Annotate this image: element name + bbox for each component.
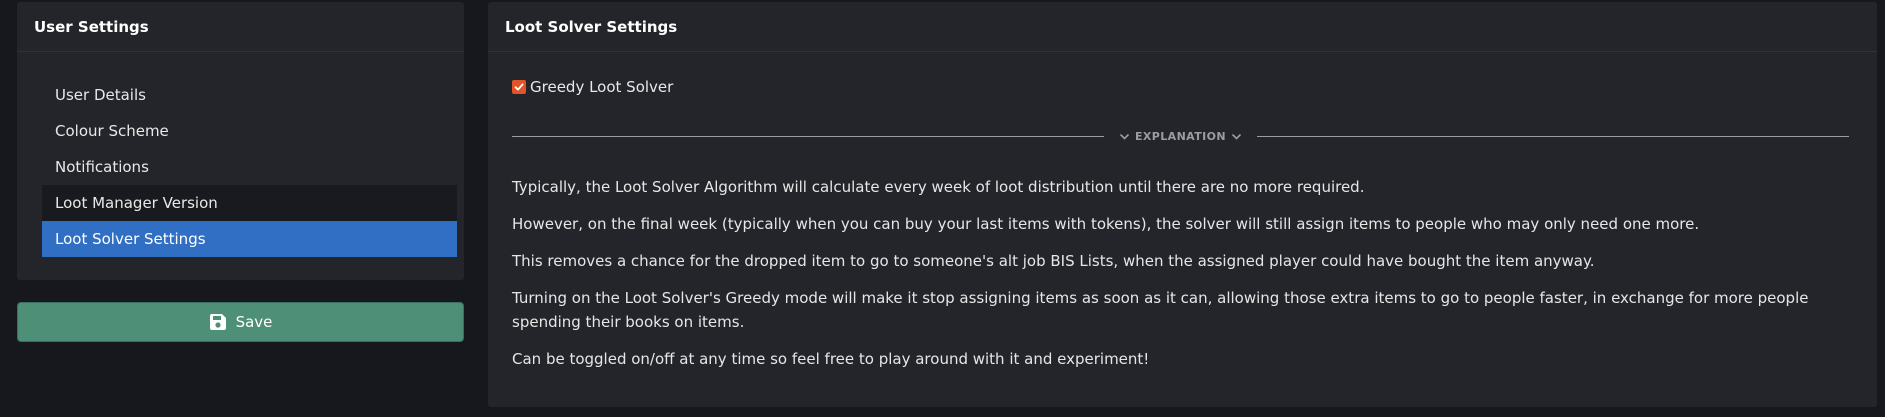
explanation-toggle[interactable]: EXPLANATION: [1104, 130, 1257, 143]
divider-line-right: [1257, 135, 1849, 137]
greedy-solver-label: Greedy Loot Solver: [530, 78, 674, 96]
user-settings-title: User Settings: [17, 2, 464, 52]
explanation-paragraph: Turning on the Loot Solver's Greedy mode…: [512, 289, 1809, 331]
explanation-paragraph: Can be toggled on/off at any time so fee…: [512, 350, 1150, 368]
floppy-disk-icon: [209, 313, 227, 331]
check-icon: [514, 83, 524, 91]
loot-solver-options: Greedy Loot Solver: [512, 76, 1857, 98]
loot-solver-card: Loot Solver Settings Greedy Loot Solver …: [488, 2, 1877, 407]
explanation-divider: EXPLANATION: [512, 126, 1849, 146]
menu-item-user-details[interactable]: User Details: [42, 77, 457, 113]
menu-item-loot-solver-settings[interactable]: Loot Solver Settings: [42, 221, 457, 257]
save-button-label: Save: [235, 313, 273, 331]
chevron-down-icon: [1119, 131, 1130, 142]
settings-page: User Settings User Details Colour Scheme…: [0, 0, 1885, 417]
menu-item-colour-scheme[interactable]: Colour Scheme: [42, 113, 457, 149]
save-button[interactable]: Save: [17, 302, 464, 342]
menu-item-notifications[interactable]: Notifications: [42, 149, 457, 185]
greedy-solver-checkbox[interactable]: [512, 80, 526, 94]
chevron-down-icon: [1231, 131, 1242, 142]
explanation-text: Typically, the Loot Solver Algorithm wil…: [512, 175, 1852, 384]
explanation-label: EXPLANATION: [1135, 129, 1226, 143]
greedy-solver-option[interactable]: Greedy Loot Solver: [512, 76, 1857, 98]
menu-item-loot-manager-version[interactable]: Loot Manager Version: [42, 185, 457, 221]
loot-solver-title: Loot Solver Settings: [488, 2, 1877, 52]
divider-line-left: [512, 135, 1104, 137]
explanation-paragraph: However, on the final week (typically wh…: [512, 215, 1700, 233]
explanation-paragraph: This removes a chance for the dropped it…: [512, 252, 1595, 270]
settings-menu: User Details Colour Scheme Notifications…: [42, 77, 457, 257]
user-settings-card: User Settings User Details Colour Scheme…: [17, 2, 464, 280]
explanation-paragraph: Typically, the Loot Solver Algorithm wil…: [512, 178, 1365, 196]
